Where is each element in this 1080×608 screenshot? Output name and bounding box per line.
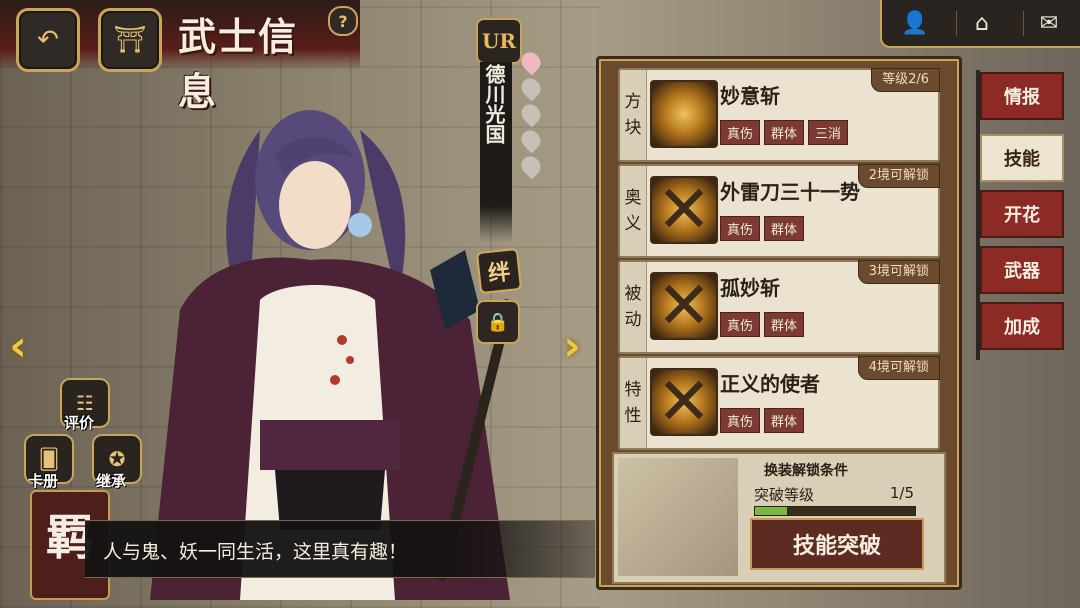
skill-name: 正义的使者 [720,372,820,396]
back-arrow-icon: ↶ [37,25,59,55]
tab-weapon[interactable]: 武器 [980,246,1064,294]
progress-fill [755,507,787,515]
skill-type: 方块 [620,70,647,160]
skill-tag: 群体 [764,312,805,337]
lock-icon: 🔒 [486,311,510,333]
skill-tags: 真伤 群体 [720,216,805,241]
skill-tag: 三消 [808,120,849,145]
locked-skill-icon [650,176,718,244]
skill-tags: 真伤 群体 三消 [720,120,849,145]
lock-button[interactable]: 🔒 [476,300,520,344]
star-icon [517,152,545,180]
album-label: 卡册 [28,472,59,490]
skill-tags: 真伤 群体 [720,408,805,433]
skill-card[interactable]: 奥义 外雷刀三十一势 真伤 群体 2境可解锁 [618,164,940,258]
top-right-nav: 👤 ⌂ ✉ [880,0,1080,48]
unlock-condition-badge: 2境可解锁 [857,164,940,188]
character-name: 德川光国 [482,64,506,144]
help-button[interactable]: ? [328,6,358,36]
character-icon[interactable]: 👤 [890,11,940,36]
dialog-text: 人与鬼、妖一同生活，这里真有趣！ [103,541,408,563]
prev-character-arrow-icon[interactable]: ‹ [6,318,30,374]
skill-tag: 真伤 [720,312,761,337]
skill-name: 孤妙斩 [720,276,780,300]
unlock-condition-badge: 3境可解锁 [857,260,940,284]
next-character-arrow-icon[interactable]: › [560,318,584,374]
back-button[interactable]: ↶ [16,8,80,72]
skill-type: 被动 [620,262,647,352]
star-icon [517,74,545,102]
skill-name: 妙意斩 [720,84,780,108]
skill-type: 奥义 [620,166,647,256]
dialog-box: 人与鬼、妖一同生活，这里真有趣！ [85,520,595,578]
skill-breakthrough-button[interactable]: 技能突破 [750,518,924,570]
locked-skill-icon [650,272,718,340]
skill-type: 特性 [620,358,647,448]
tab-skills[interactable]: 技能 [980,134,1064,182]
star-rank [517,48,545,182]
unlock-condition-badge: 4境可解锁 [857,356,940,380]
bond-button[interactable]: 绊 [475,247,523,295]
star-icon [517,48,545,76]
breakthrough-label: 突破等级 [754,486,815,504]
skill-level-badge: 等级2/6 [871,68,940,92]
skill-tag: 真伤 [720,216,761,241]
tab-info[interactable]: 情报 [980,72,1064,120]
skill-tag: 群体 [764,408,805,433]
tab-bonus[interactable]: 加成 [980,302,1064,350]
skill-name: 外雷刀三十一势 [720,180,860,204]
locked-skill-icon [650,368,718,436]
review-label: 评价 [64,414,95,432]
breakthrough-ratio: 1/5 [889,484,914,502]
star-icon [517,126,545,154]
page-title: 武士信息 [178,14,299,114]
skill-card[interactable]: 方块 妙意斩 真伤 群体 三消 等级2/6 [618,68,940,162]
skill-tags: 真伤 群体 [720,312,805,337]
breakthrough-box: 换装解锁条件 突破等级 1/5 技能突破 [612,452,946,584]
card-album-icon: 🂠 [38,447,60,471]
skill-tag: 真伤 [720,408,761,433]
skill-card[interactable]: 被动 孤妙斩 真伤 群体 3境可解锁 [618,260,940,354]
pentagram-icon: ✪ [108,447,126,471]
star-icon [517,100,545,128]
mail-icon[interactable]: ✉ [1023,10,1074,36]
breakthrough-row: 突破等级 1/5 [754,484,914,505]
character-sketch-portrait [618,458,738,576]
skill-icon [650,80,718,148]
breakthrough-title: 换装解锁条件 [764,463,848,479]
home-gate-icon: ⛩ [113,25,147,55]
skill-card[interactable]: 特性 正义的使者 真伤 群体 4境可解锁 [618,356,940,450]
breakthrough-progress-bar [754,506,916,516]
skill-tag: 真伤 [720,120,761,145]
home-icon[interactable]: ⌂ [956,10,1007,36]
skill-tag: 群体 [764,120,805,145]
tab-bloom[interactable]: 开花 [980,190,1064,238]
rarity-badge: UR [476,18,522,64]
skill-tag: 群体 [764,216,805,241]
inherit-label: 继承 [96,472,127,490]
